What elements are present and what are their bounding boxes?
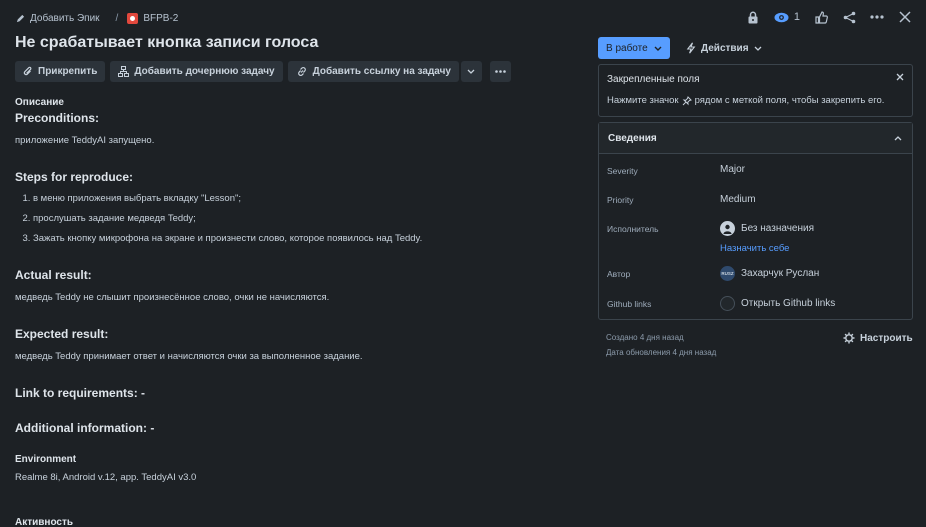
- attach-button[interactable]: Прикрепить: [15, 61, 106, 82]
- pencil-icon: [16, 14, 25, 23]
- assign-to-me-link[interactable]: Назначить себе: [720, 243, 789, 254]
- assignee-label: Исполнитель: [607, 224, 659, 234]
- lightning-icon: [686, 42, 696, 54]
- watchers-count: 1: [793, 11, 800, 23]
- created-timestamp: Создано 4 дня назад: [606, 333, 684, 342]
- paperclip-icon: [23, 66, 33, 77]
- pinned-fields-panel: Закрепленные поля Нажмите значок рядом с…: [598, 64, 913, 117]
- github-links-text: Открыть Github links: [741, 298, 836, 309]
- priority-label: Priority: [607, 195, 634, 205]
- close-icon: [899, 11, 911, 23]
- avatar: RUSZ: [720, 266, 735, 281]
- share-icon: [843, 11, 856, 24]
- additional-information: Additional information: -: [15, 421, 155, 435]
- toolbar-more-button[interactable]: [489, 61, 511, 82]
- breadcrumb: Добавить Эпик / BFPB-2: [16, 10, 178, 26]
- pinned-hint-before: Нажмите значок: [607, 95, 679, 106]
- gear-icon: [843, 332, 855, 344]
- issue-header-actions: 1: [742, 6, 916, 28]
- status-label: В работе: [606, 42, 648, 54]
- actual-result-text: медведь Teddy не слышит произнесённое сл…: [15, 292, 330, 303]
- issue-toolbar: Прикрепить Добавить дочернюю задачу Доба…: [15, 61, 511, 82]
- add-child-label: Добавить дочернюю задачу: [134, 66, 275, 77]
- more-actions-button[interactable]: [866, 6, 888, 28]
- share-button[interactable]: [838, 6, 860, 28]
- lock-button[interactable]: [742, 6, 764, 28]
- environment-label: Environment: [15, 454, 77, 465]
- description-label: Описание: [15, 97, 64, 108]
- add-link-button[interactable]: Добавить ссылку на задачу: [287, 61, 459, 82]
- assignee-text: Без назначения: [741, 223, 814, 234]
- chevron-up-icon: [894, 135, 902, 141]
- github-icon: [720, 296, 735, 311]
- environment-value[interactable]: Realme 8i, Android v.12, app. TeddyAI v3…: [15, 472, 196, 483]
- lock-icon: [747, 11, 759, 24]
- eye-icon: [774, 12, 789, 23]
- issue-key-link[interactable]: BFPB-2: [127, 12, 179, 24]
- close-button[interactable]: [894, 6, 916, 28]
- severity-text: Major: [720, 164, 746, 175]
- issue-title[interactable]: Не срабатывает кнопка записи голоса: [15, 34, 318, 52]
- github-links-value[interactable]: Открыть Github links: [720, 296, 835, 311]
- reporter-value[interactable]: RUSZ Захарчук Руслан: [720, 266, 819, 281]
- pinned-fields-title: Закрепленные поля: [607, 74, 700, 85]
- priority-value[interactable]: Medium: [720, 194, 756, 205]
- github-links-label: Github links: [607, 299, 652, 309]
- steps-list: в меню приложения выбрать вкладку "Lesso…: [15, 189, 575, 249]
- details-title: Сведения: [608, 132, 657, 144]
- bug-icon: [127, 12, 139, 24]
- more-horizontal-icon: [495, 70, 506, 73]
- details-panel: Сведения Severity Major Priority Medium …: [598, 122, 913, 320]
- list-item: Зажать кнопку микрофона на экране и прои…: [33, 229, 575, 249]
- expected-result-heading: Expected result:: [15, 327, 109, 341]
- add-epic-link[interactable]: Добавить Эпик: [16, 13, 100, 24]
- add-link-dropdown[interactable]: [460, 61, 482, 82]
- status-dropdown[interactable]: В работе: [598, 37, 670, 59]
- updated-timestamp: Дата обновления 4 дня назад: [606, 348, 717, 357]
- expected-result-text: медведь Teddy принимает ответ и начисляю…: [15, 351, 363, 362]
- configure-button[interactable]: Настроить: [843, 332, 913, 344]
- thumbs-up-icon: [814, 10, 828, 24]
- actions-label: Действия: [701, 42, 749, 54]
- link-to-requirements: Link to requirements: -: [15, 386, 146, 400]
- attach-label: Прикрепить: [38, 66, 98, 77]
- add-epic-label: Добавить Эпик: [30, 12, 100, 24]
- steps-heading: Steps for reproduce:: [15, 170, 134, 184]
- preconditions-text: приложение TeddyAI запущено.: [15, 135, 155, 146]
- chevron-down-icon: [654, 46, 662, 51]
- pin-icon: [682, 95, 692, 106]
- reporter-text: Захарчук Руслан: [741, 268, 820, 279]
- watch-button[interactable]: 1: [770, 6, 804, 28]
- pinned-fields-hint: Нажмите значок рядом с меткой поля, чтоб…: [607, 95, 884, 106]
- link-icon: [296, 66, 308, 77]
- details-header[interactable]: Сведения: [599, 123, 912, 154]
- severity-label: Severity: [607, 166, 638, 176]
- list-item: в меню приложения выбрать вкладку "Lesso…: [33, 189, 575, 209]
- list-item: прослушать задание медведя Teddy;: [33, 209, 575, 229]
- actions-dropdown[interactable]: Действия: [686, 37, 762, 59]
- chevron-down-icon: [467, 69, 475, 74]
- priority-text: Medium: [720, 194, 756, 205]
- pinned-close-button[interactable]: [896, 73, 904, 81]
- actual-result-heading: Actual result:: [15, 268, 92, 282]
- chevron-down-icon: [754, 46, 762, 51]
- add-child-issue-button[interactable]: Добавить дочернюю задачу: [110, 61, 283, 82]
- issue-key: BFPB-2: [143, 12, 179, 24]
- activity-label: Активность: [15, 517, 74, 527]
- severity-value[interactable]: Major: [720, 164, 745, 175]
- add-link-label: Добавить ссылку на задачу: [312, 66, 451, 77]
- pinned-hint-after: рядом с меткой поля, чтобы закрепить его…: [694, 95, 885, 106]
- more-horizontal-icon: [870, 15, 884, 19]
- breadcrumb-separator: /: [115, 12, 119, 24]
- configure-label: Настроить: [860, 332, 913, 344]
- preconditions-heading: Preconditions:: [15, 111, 100, 125]
- assignee-value[interactable]: Без назначения: [720, 221, 814, 236]
- reporter-label: Автор: [607, 269, 631, 279]
- hierarchy-icon: [118, 66, 130, 77]
- vote-button[interactable]: [810, 6, 832, 28]
- close-icon: [896, 73, 904, 81]
- avatar: [720, 221, 735, 236]
